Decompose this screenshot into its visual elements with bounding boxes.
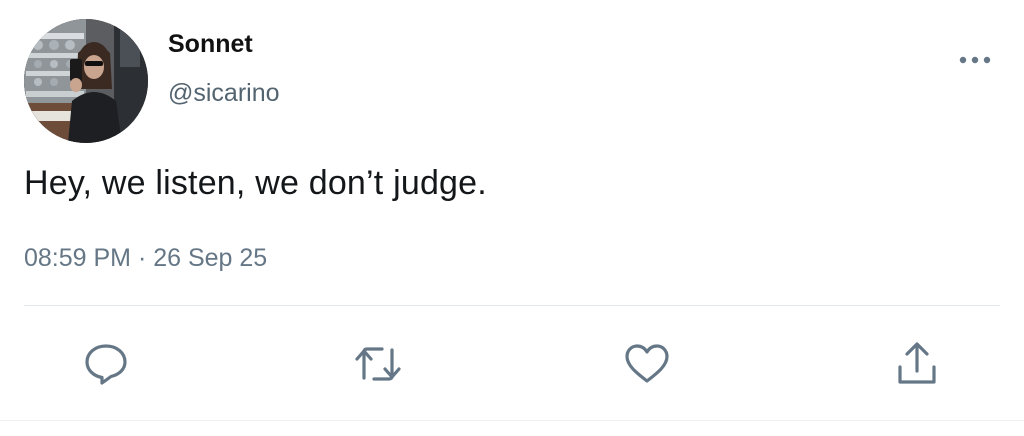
retweet-button[interactable] xyxy=(354,340,402,388)
divider xyxy=(24,305,1000,306)
tweet-card: Sonnet @sicarino Hey, we listen, we don’… xyxy=(0,0,1024,436)
reply-button[interactable] xyxy=(82,340,130,388)
tweet-timestamp[interactable]: 08:59 PM · 26 Sep 25 xyxy=(24,244,267,273)
share-button[interactable] xyxy=(893,340,941,388)
like-button[interactable] xyxy=(623,340,671,388)
heart-icon xyxy=(625,344,669,383)
share-icon xyxy=(898,342,936,384)
user-handle[interactable]: @sicarino xyxy=(168,79,280,108)
reply-icon xyxy=(85,344,127,385)
avatar-photo xyxy=(24,19,148,143)
avatar[interactable] xyxy=(24,19,148,143)
more-options-button[interactable] xyxy=(955,46,995,74)
retweet-icon xyxy=(355,347,401,381)
tweet-text: Hey, we listen, we don’t judge. xyxy=(24,164,487,202)
display-name[interactable]: Sonnet xyxy=(168,30,253,59)
bottom-border xyxy=(0,420,1024,421)
more-dots-icon xyxy=(959,56,991,64)
